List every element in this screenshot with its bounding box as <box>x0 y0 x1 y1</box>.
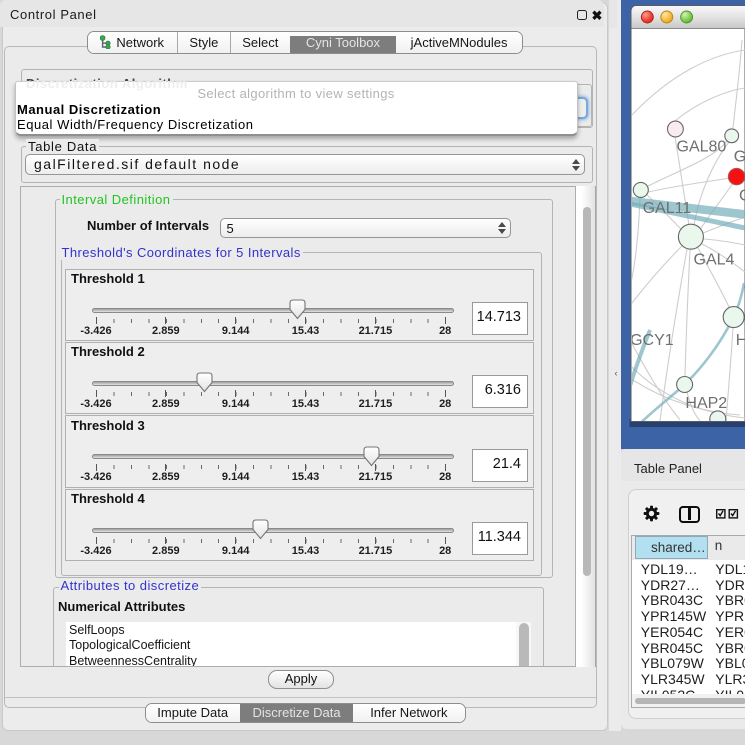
svg-text:GAL4: GAL4 <box>694 251 735 268</box>
svg-text:GAL80: GAL80 <box>677 139 727 156</box>
svg-text:H: H <box>736 332 745 349</box>
svg-text:GA: GA <box>734 149 745 166</box>
svg-text:GCY1: GCY1 <box>630 332 674 349</box>
svg-text:HAP2: HAP2 <box>685 395 727 412</box>
svg-text:CY: CY <box>739 188 745 205</box>
svg-text:GAL11: GAL11 <box>643 200 692 217</box>
